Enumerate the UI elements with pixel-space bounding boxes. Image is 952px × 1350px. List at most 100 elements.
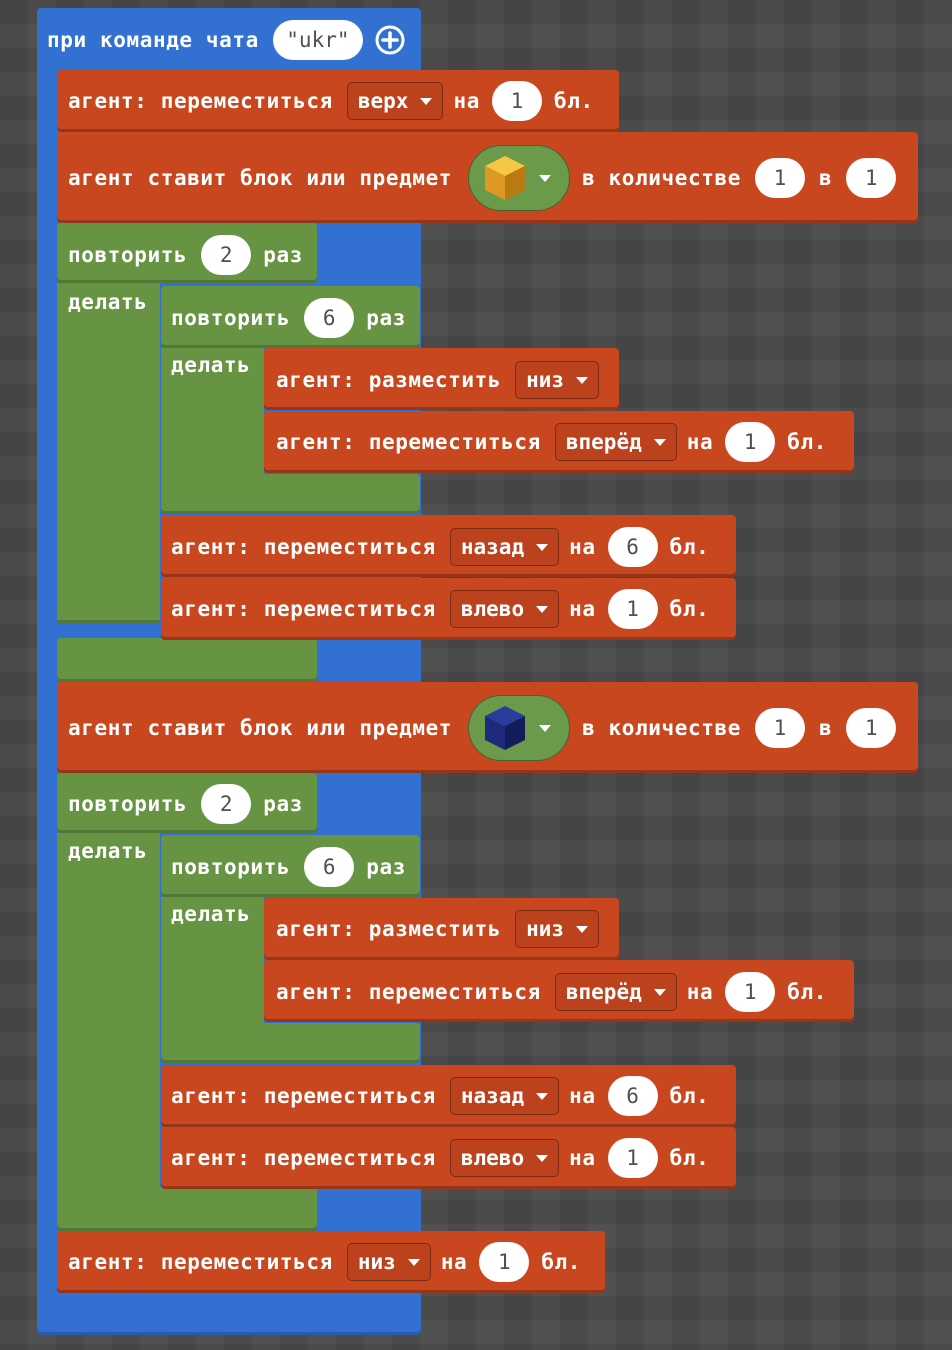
- unit-label: бл.: [787, 980, 827, 1004]
- repeat-count-input[interactable]: 2: [201, 784, 252, 824]
- do-label: делать: [171, 902, 251, 926]
- unit-label: бл.: [541, 1250, 582, 1274]
- direction-value: влево: [460, 597, 525, 621]
- item-picker[interactable]: [468, 695, 571, 761]
- direction-value: вперёд: [565, 430, 642, 454]
- repeat-count-input[interactable]: 2: [201, 235, 252, 275]
- move-label: агент: переместиться: [171, 597, 436, 621]
- place-item-row: агент ставит блок или предмет в количест…: [68, 695, 897, 761]
- event-header: при команде чата "ukr": [47, 19, 405, 61]
- direction-dropdown[interactable]: назад: [449, 528, 560, 566]
- na-label: на: [569, 1084, 596, 1108]
- direction-dropdown[interactable]: вперёд: [554, 423, 677, 461]
- repeat-block-body: [57, 833, 160, 1193]
- repeat-label: повторить: [68, 792, 188, 816]
- move-label: агент: переместиться: [171, 1084, 436, 1108]
- direction-dropdown[interactable]: влево: [449, 590, 560, 628]
- chevron-down-icon: [420, 97, 433, 105]
- repeat-label: повторить: [171, 855, 291, 879]
- quantity-input[interactable]: 1: [754, 708, 805, 748]
- amount-input[interactable]: 6: [607, 527, 658, 567]
- repeat-header: повторить 2 раз: [68, 784, 303, 824]
- unit-label: бл.: [669, 1146, 710, 1170]
- chevron-down-icon: [576, 376, 589, 384]
- times-label: раз: [263, 243, 303, 267]
- repeat-count-input[interactable]: 6: [304, 298, 355, 338]
- move-back-row: агент: переместиться назад на 6 бл.: [171, 1076, 709, 1116]
- amount-input[interactable]: 1: [607, 1138, 658, 1178]
- direction-dropdown[interactable]: назад: [449, 1077, 560, 1115]
- times-label: раз: [366, 855, 406, 879]
- quantity-input[interactable]: 1: [754, 158, 805, 198]
- place-down-row: агент: разместить низ: [276, 909, 600, 949]
- move-up-row: агент: переместиться верх на 1 бл.: [68, 81, 594, 121]
- move-forward-row: агент: переместиться вперёд на 1 бл.: [276, 972, 827, 1012]
- chat-command-input[interactable]: "ukr": [272, 20, 363, 60]
- amount-input[interactable]: 6: [607, 1076, 658, 1116]
- unit-label: бл.: [669, 597, 710, 621]
- amount-input[interactable]: 1: [479, 1242, 530, 1282]
- chevron-down-icon: [576, 925, 589, 933]
- unit-label: бл.: [669, 535, 710, 559]
- amount-input[interactable]: 1: [725, 972, 776, 1012]
- chevron-down-icon: [539, 174, 552, 182]
- move-forward-row: агент: переместиться вперёд на 1 бл.: [276, 422, 827, 462]
- chevron-down-icon: [653, 988, 666, 996]
- direction-dropdown[interactable]: низ: [515, 361, 600, 399]
- na-label: на: [686, 980, 714, 1004]
- na-label: на: [569, 597, 596, 621]
- gold-block-icon: [485, 156, 526, 200]
- move-label: агент: переместиться: [68, 1250, 333, 1274]
- slot-input[interactable]: 1: [846, 158, 897, 198]
- move-left-row: агент: переместиться влево на 1 бл.: [171, 589, 709, 629]
- amount-input[interactable]: 1: [725, 422, 776, 462]
- move-label: агент: переместиться: [68, 89, 333, 113]
- na-label: на: [569, 1146, 596, 1170]
- unit-label: бл.: [553, 89, 594, 113]
- event-label: при команде чата: [47, 28, 259, 52]
- direction-dropdown[interactable]: верх: [346, 82, 444, 120]
- move-left-row: агент: переместиться влево на 1 бл.: [171, 1138, 709, 1178]
- na-label: на: [686, 430, 714, 454]
- move-label: агент: переместиться: [171, 1146, 436, 1170]
- direction-dropdown[interactable]: вперёд: [554, 973, 677, 1011]
- inner-repeat-header: повторить 6 раз: [171, 298, 406, 338]
- direction-dropdown[interactable]: низ: [346, 1243, 431, 1281]
- direction-dropdown[interactable]: влево: [449, 1139, 560, 1177]
- direction-value: назад: [460, 1084, 525, 1108]
- slot-input[interactable]: 1: [846, 708, 897, 748]
- do-label: делать: [68, 290, 148, 314]
- direction-value: верх: [357, 89, 409, 113]
- direction-dropdown[interactable]: низ: [515, 910, 600, 948]
- amount-input[interactable]: 1: [491, 81, 542, 121]
- amount-input[interactable]: 1: [607, 589, 658, 629]
- na-label: на: [453, 89, 480, 113]
- inner-repeat-footer: [161, 1023, 420, 1063]
- quantity-label: в количестве: [582, 166, 741, 190]
- repeat-block-footer: [57, 638, 317, 682]
- move-label: агент: переместиться: [171, 535, 436, 559]
- do-label: делать: [68, 839, 148, 863]
- move-label: агент: переместиться: [276, 980, 541, 1004]
- chevron-down-icon: [407, 1258, 420, 1266]
- times-label: раз: [263, 792, 303, 816]
- plus-circle-icon[interactable]: [375, 25, 405, 55]
- chevron-down-icon: [536, 605, 549, 613]
- chevron-down-icon: [536, 1092, 549, 1100]
- direction-value: влево: [460, 1146, 525, 1170]
- unit-label: бл.: [787, 430, 827, 454]
- repeat-header: повторить 2 раз: [68, 235, 303, 275]
- chevron-down-icon: [539, 724, 552, 732]
- item-picker[interactable]: [468, 145, 571, 211]
- repeat-count-input[interactable]: 6: [304, 847, 355, 887]
- in-label: в: [818, 716, 833, 740]
- repeat-block-body: [57, 283, 160, 623]
- place-label: агент: разместить: [276, 368, 502, 392]
- in-label: в: [818, 166, 833, 190]
- na-label: на: [569, 535, 596, 559]
- inner-repeat-footer: [161, 474, 420, 514]
- chevron-down-icon: [653, 438, 666, 446]
- place-label: агент: разместить: [276, 917, 502, 941]
- place-item-row: агент ставит блок или предмет в количест…: [68, 145, 897, 211]
- place-down-row: агент: разместить низ: [276, 360, 600, 400]
